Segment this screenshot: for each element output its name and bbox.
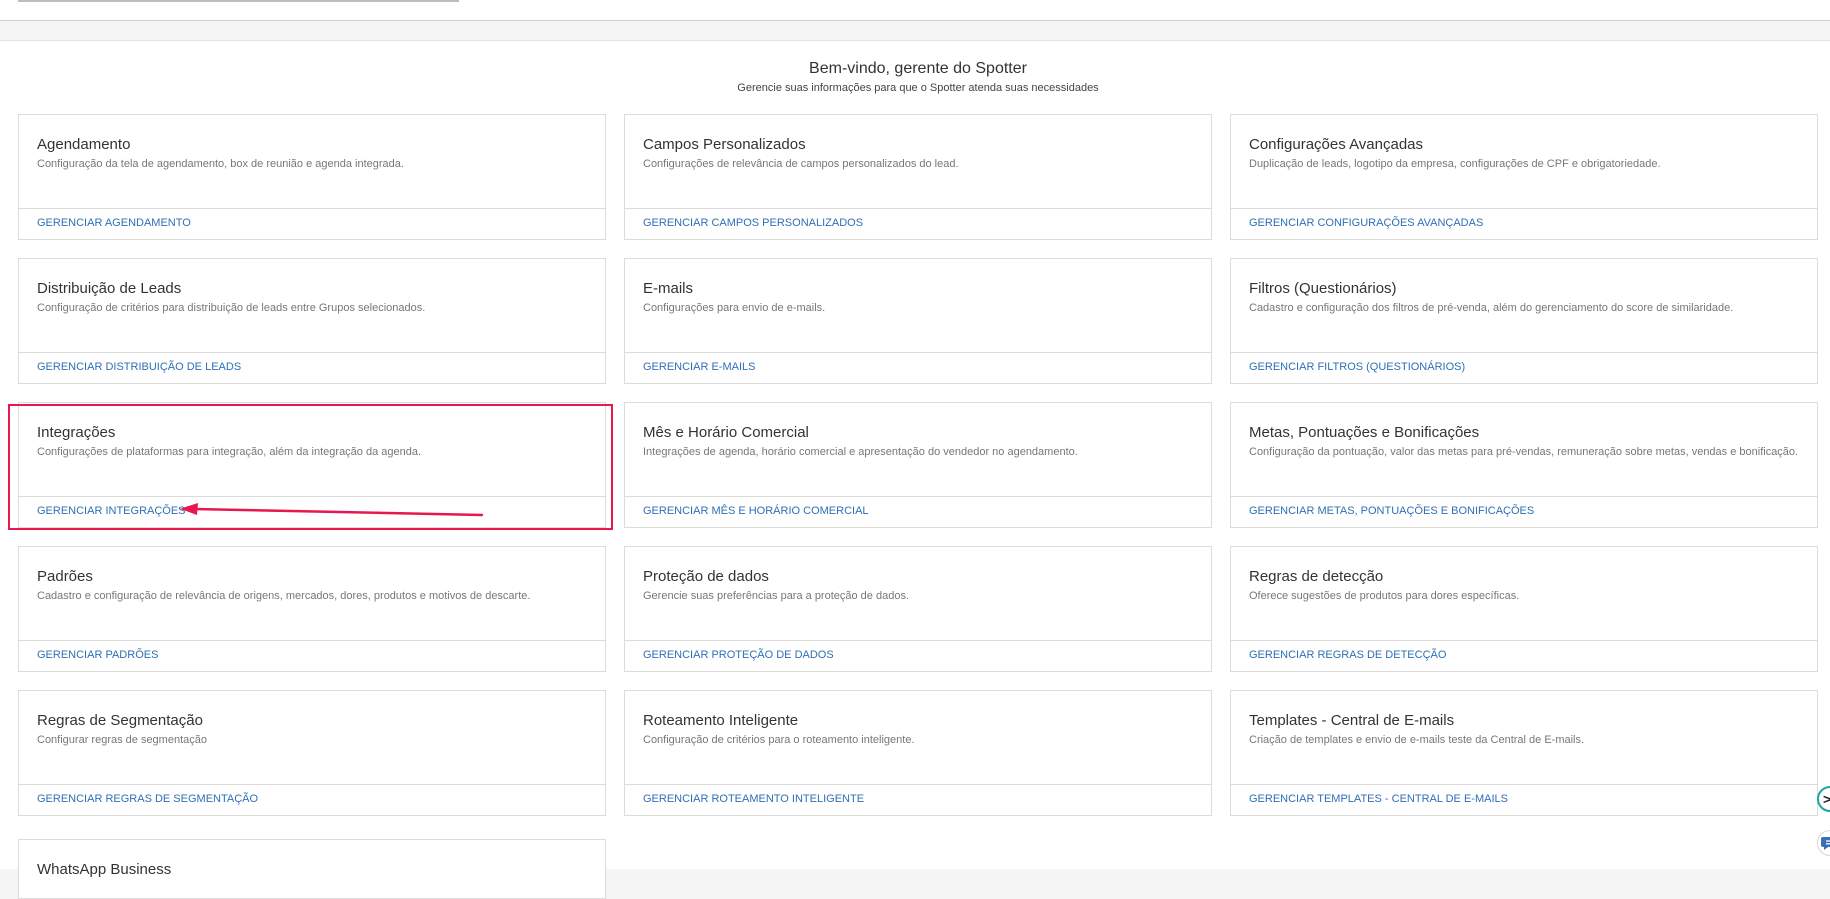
card-templates-central-de-emails: Templates - Central de E-mails Criação d… bbox=[1230, 690, 1818, 816]
card-title: Integrações bbox=[37, 424, 116, 441]
card-configuracoes-avancadas: Configurações Avançadas Duplicação de le… bbox=[1230, 114, 1818, 240]
manage-roteamento-inteligente-link[interactable]: GERENCIAR ROTEAMENTO INTELIGENTE bbox=[643, 793, 864, 805]
card-roteamento-inteligente: Roteamento Inteligente Configuração de c… bbox=[624, 690, 1212, 816]
card-description: Integrações de agenda, horário comercial… bbox=[643, 446, 1078, 458]
card-mes-e-horario-comercial: Mês e Horário Comercial Integrações de a… bbox=[624, 402, 1212, 528]
card-title: Distribuição de Leads bbox=[37, 280, 182, 297]
page-subtitle: Gerencie suas informações para que o Spo… bbox=[737, 82, 1099, 94]
card-description: Gerencie suas preferências para a proteç… bbox=[643, 590, 909, 602]
card-description: Configurações de relevância de campos pe… bbox=[643, 158, 959, 170]
welcome-header: Bem-vindo, gerente do Spotter Gerencie s… bbox=[0, 59, 1830, 94]
settings-card-grid: Agendamento Configuração da tela de agen… bbox=[18, 114, 1820, 816]
manage-campos-personalizados-link[interactable]: GERENCIAR CAMPOS PERSONALIZADOS bbox=[643, 217, 863, 229]
card-agendamento: Agendamento Configuração da tela de agen… bbox=[18, 114, 606, 240]
card-title: Campos Personalizados bbox=[643, 136, 806, 153]
manage-regras-de-segmentacao-link[interactable]: GERENCIAR REGRAS DE SEGMENTAÇÃO bbox=[37, 793, 258, 805]
card-divider bbox=[1231, 784, 1817, 785]
top-bar bbox=[0, 0, 1830, 21]
chat-button[interactable] bbox=[1817, 830, 1830, 856]
settings-panel: Bem-vindo, gerente do Spotter Gerencie s… bbox=[0, 40, 1830, 869]
page-title: Bem-vindo, gerente do Spotter bbox=[809, 60, 1027, 77]
card-divider bbox=[1231, 496, 1817, 497]
card-description: Configuração de critérios para o roteame… bbox=[643, 734, 915, 746]
manage-configuracoes-avancadas-link[interactable]: GERENCIAR CONFIGURAÇÕES AVANÇADAS bbox=[1249, 217, 1483, 229]
card-divider bbox=[1231, 640, 1817, 641]
card-divider bbox=[625, 784, 1211, 785]
card-divider bbox=[19, 208, 605, 209]
manage-filtros-link[interactable]: GERENCIAR FILTROS (QUESTIONÁRIOS) bbox=[1249, 361, 1465, 373]
card-title: Mês e Horário Comercial bbox=[643, 424, 809, 441]
card-title: Roteamento Inteligente bbox=[643, 712, 799, 729]
card-divider bbox=[1231, 352, 1817, 353]
card-divider bbox=[19, 496, 605, 497]
manage-metas-pontuacoes-bonificacoes-link[interactable]: GERENCIAR METAS, PONTUAÇÕES E BONIFICAÇÕ… bbox=[1249, 505, 1534, 517]
card-divider bbox=[19, 640, 605, 641]
card-distribuicao-de-leads: Distribuição de Leads Configuração de cr… bbox=[18, 258, 606, 384]
card-description: Configuração da tela de agendamento, box… bbox=[37, 158, 404, 170]
card-title: Proteção de dados bbox=[643, 568, 769, 585]
manage-regras-de-deteccao-link[interactable]: GERENCIAR REGRAS DE DETECÇÃO bbox=[1249, 649, 1446, 661]
manage-e-mails-link[interactable]: GERENCIAR E-MAILS bbox=[643, 361, 755, 373]
card-description: Criação de templates e envio de e-mails … bbox=[1249, 734, 1585, 746]
card-title: E-mails bbox=[643, 280, 694, 297]
card-title: WhatsApp Business bbox=[37, 861, 172, 878]
card-title: Configurações Avançadas bbox=[1249, 136, 1424, 153]
manage-integracoes-link[interactable]: GERENCIAR INTEGRAÇÕES bbox=[37, 505, 186, 517]
card-title: Metas, Pontuações e Bonificações bbox=[1249, 424, 1480, 441]
card-metas-pontuacoes-bonificacoes: Metas, Pontuações e Bonificações Configu… bbox=[1230, 402, 1818, 528]
card-title: Agendamento bbox=[37, 136, 131, 153]
manage-distribuicao-de-leads-link[interactable]: GERENCIAR DISTRIBUIÇÃO DE LEADS bbox=[37, 361, 241, 373]
card-description: Cadastro e configuração dos filtros de p… bbox=[1249, 302, 1734, 314]
card-description: Configuração de critérios para distribui… bbox=[37, 302, 426, 314]
chevron-right-icon: > bbox=[1823, 791, 1830, 807]
card-divider bbox=[1231, 208, 1817, 209]
manage-mes-e-horario-comercial-link[interactable]: GERENCIAR MÊS E HORÁRIO COMERCIAL bbox=[643, 505, 869, 517]
card-description: Configuração da pontuação, valor das met… bbox=[1249, 446, 1799, 458]
card-description: Configurar regras de segmentação bbox=[37, 734, 207, 746]
card-title: Regras de detecção bbox=[1249, 568, 1384, 585]
card-whatsapp-business: WhatsApp Business bbox=[18, 839, 606, 899]
card-divider bbox=[19, 784, 605, 785]
card-padroes: Padrões Cadastro e configuração de relev… bbox=[18, 546, 606, 672]
card-description: Configurações para envio de e-mails. bbox=[643, 302, 826, 314]
chat-icon bbox=[1821, 837, 1830, 850]
card-description: Configurações de plataformas para integr… bbox=[37, 446, 422, 458]
manage-templates-central-de-emails-link[interactable]: GERENCIAR TEMPLATES - CENTRAL DE E-MAILS bbox=[1249, 793, 1508, 805]
card-divider bbox=[625, 352, 1211, 353]
card-divider bbox=[19, 352, 605, 353]
card-description: Oferece sugestões de produtos para dores… bbox=[1249, 590, 1520, 602]
card-protecao-de-dados: Proteção de dados Gerencie suas preferên… bbox=[624, 546, 1212, 672]
card-description: Duplicação de leads, logotipo da empresa… bbox=[1249, 158, 1661, 170]
card-filtros: Filtros (Questionários) Cadastro e confi… bbox=[1230, 258, 1818, 384]
card-divider bbox=[625, 496, 1211, 497]
card-divider bbox=[625, 208, 1211, 209]
card-title: Templates - Central de E-mails bbox=[1249, 712, 1455, 729]
manage-agendamento-link[interactable]: GERENCIAR AGENDAMENTO bbox=[37, 217, 191, 229]
card-title: Regras de Segmentação bbox=[37, 712, 203, 729]
card-regras-de-deteccao: Regras de detecção Oferece sugestões de … bbox=[1230, 546, 1818, 672]
manage-protecao-de-dados-link[interactable]: GERENCIAR PROTEÇÃO DE DADOS bbox=[643, 649, 834, 661]
card-campos-personalizados: Campos Personalizados Configurações de r… bbox=[624, 114, 1212, 240]
card-regras-de-segmentacao: Regras de Segmentação Configurar regras … bbox=[18, 690, 606, 816]
search-underline[interactable] bbox=[18, 0, 459, 2]
card-title: Padrões bbox=[37, 568, 93, 585]
card-description: Cadastro e configuração de relevância de… bbox=[37, 590, 531, 602]
card-e-mails: E-mails Configurações para envio de e-ma… bbox=[624, 258, 1212, 384]
card-divider bbox=[625, 640, 1211, 641]
annotation-arrow-icon bbox=[180, 503, 484, 517]
card-title: Filtros (Questionários) bbox=[1249, 280, 1397, 297]
manage-padroes-link[interactable]: GERENCIAR PADRÕES bbox=[37, 649, 158, 661]
